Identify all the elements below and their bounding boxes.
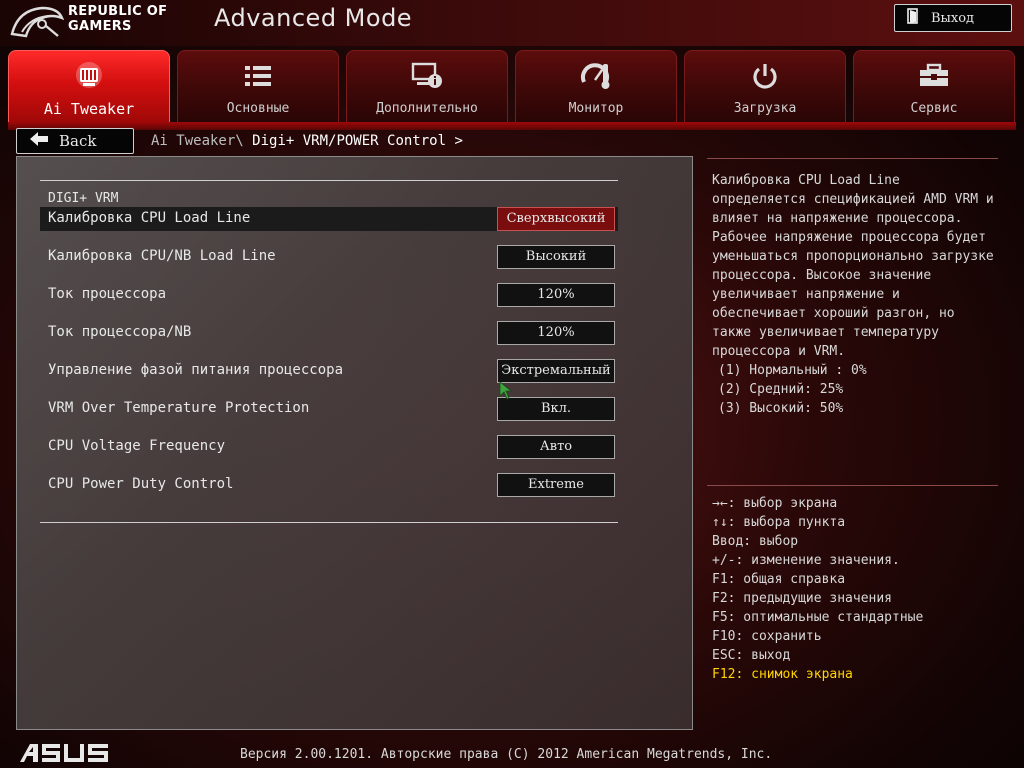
rog-logo-icon <box>8 4 65 42</box>
tab-monitor[interactable]: Монитор <box>515 50 677 122</box>
tab-main[interactable]: Основные <box>177 50 339 122</box>
help-line: также увеличивает температуру <box>712 325 939 340</box>
help-line: увеличивает напряжение и <box>712 287 900 302</box>
hotkey-item: F10: сохранить <box>712 629 822 644</box>
setting-value-select[interactable]: 120% <box>497 283 615 307</box>
setting-value-select[interactable]: Авто <box>497 435 615 459</box>
asus-logo-icon <box>18 742 110 764</box>
hotkey-item: F1: общая справка <box>712 572 846 587</box>
setting-value-select[interactable]: Сверхвысокий <box>497 207 615 231</box>
help-option: (1) Нормальный : 0% <box>718 363 867 378</box>
setting-value-select[interactable]: Extreme <box>497 473 615 497</box>
section-title: DIGI+ VRM <box>48 191 119 206</box>
hotkey-item: F2: предыдущие значения <box>712 591 893 606</box>
help-line: процессора. Высокое значение <box>712 268 932 283</box>
back-button[interactable]: Back <box>16 128 134 154</box>
setting-value-select[interactable]: 120% <box>497 321 615 345</box>
hotkey-item: →←: выбор экрана <box>712 496 838 511</box>
help-line: определяется спецификацией AMD VRM и <box>712 192 994 207</box>
help-line: Калибровка CPU Load Line <box>712 173 900 188</box>
brand-line-2: GAMERS <box>68 19 132 34</box>
mode-title: Advanced Mode <box>214 4 413 32</box>
setting-row-cpu-phase-control[interactable]: Управление фазой питания процессора Экст… <box>40 359 618 383</box>
breadcrumb-current: Digi+ VRM/POWER Control > <box>252 133 463 149</box>
help-options-list: (1) Нормальный : 0% (2) Средний: 25% (3)… <box>718 361 867 418</box>
hotkey-item: ESC: выход <box>712 648 791 663</box>
advanced-info-icon <box>347 59 507 93</box>
hotkey-item: F5: оптимальные стандартные <box>712 610 924 625</box>
tab-label: Загрузка <box>733 101 797 116</box>
setting-row-cpu-nb-load-line[interactable]: Калибровка CPU/NB Load Line Высокий <box>40 245 618 269</box>
setting-value-select[interactable]: Вкл. <box>497 397 615 421</box>
setting-label: CPU Voltage Frequency <box>48 438 226 454</box>
tab-ai-tweaker[interactable]: Ai Tweaker <box>8 50 170 122</box>
hotkey-item: ↑↓: выбора пункта <box>712 515 846 530</box>
back-arrow-icon <box>29 131 49 151</box>
setting-row-vrm-otp[interactable]: VRM Over Temperature Protection Вкл. <box>40 397 618 421</box>
setting-value-select[interactable]: Экстремальный <box>497 359 615 383</box>
brand-line-1: REPUBLIC OF <box>68 4 168 19</box>
toolbox-icon <box>854 59 1014 93</box>
tab-underline-band <box>8 122 1016 130</box>
setting-value-select[interactable]: Высокий <box>497 245 615 269</box>
tab-label: Ai Tweaker <box>43 100 135 118</box>
help-line: уменьшаться пропорционально загрузке <box>712 249 994 264</box>
help-line: обеспечивает хороший разгон, но <box>712 306 955 321</box>
breadcrumb-parent[interactable]: Ai Tweaker\ <box>151 133 244 149</box>
exit-button-label: Выход <box>931 10 975 26</box>
exit-door-icon <box>907 8 921 28</box>
setting-row-cpu-power-duty[interactable]: CPU Power Duty Control Extreme <box>40 473 618 497</box>
tab-label: Дополнительно <box>376 101 478 116</box>
section-divider-top <box>40 180 618 181</box>
tab-advanced[interactable]: Дополнительно <box>346 50 508 122</box>
help-line: Рабочее напряжение процессора будет <box>712 230 986 245</box>
tab-label: Монитор <box>568 101 624 116</box>
brand-name: REPUBLIC OF GAMERS <box>68 4 167 34</box>
exit-button[interactable]: Выход <box>894 4 1012 32</box>
hotkey-item: +/-: изменение значения. <box>712 553 900 568</box>
setting-row-cpu-nb-current[interactable]: Ток процессора/NB 120% <box>40 321 618 345</box>
setting-label: Калибровка CPU Load Line <box>48 210 251 226</box>
help-line: процессора и VRM. <box>712 344 846 359</box>
version-copyright: Версия 2.00.1201. Авторские права (C) 20… <box>240 747 773 762</box>
hotkey-legend: →←: выбор экрана ↑↓: выбора пункта Ввод:… <box>712 494 923 684</box>
power-icon <box>685 59 845 93</box>
setting-row-cpu-load-line[interactable]: Калибровка CPU Load Line Сверхвысокий <box>40 207 618 231</box>
breadcrumb: Ai Tweaker\ Digi+ VRM/POWER Control > <box>151 133 463 149</box>
help-divider-bottom <box>707 485 998 486</box>
tab-label: Сервис <box>910 101 958 116</box>
setting-label: Ток процессора <box>48 286 167 302</box>
section-divider-bottom <box>40 522 618 523</box>
help-description: Калибровка CPU Load Line определяется сп… <box>712 171 1008 361</box>
back-button-label: Back <box>59 132 97 150</box>
setting-label: Калибровка CPU/NB Load Line <box>48 248 276 264</box>
monitor-gauge-icon <box>516 59 676 93</box>
help-divider-top <box>707 158 998 159</box>
list-icon <box>178 59 338 93</box>
setting-label: Управление фазой питания процессора <box>48 362 344 378</box>
help-line: влияет на напряжение процессора. <box>712 211 963 226</box>
hotkey-item-screenshot: F12: снимок экрана <box>712 667 853 682</box>
setting-label: Ток процессора/NB <box>48 324 192 340</box>
setting-row-cpu-voltage-frequency[interactable]: CPU Voltage Frequency Авто <box>40 435 618 459</box>
mouse-cursor-icon <box>499 381 513 401</box>
setting-row-cpu-current[interactable]: Ток процессора 120% <box>40 283 618 307</box>
ai-tweaker-icon <box>9 59 169 93</box>
hotkey-item: Ввод: выбор <box>712 534 799 549</box>
tab-boot[interactable]: Загрузка <box>684 50 846 122</box>
setting-label: CPU Power Duty Control <box>48 476 234 492</box>
tab-tool[interactable]: Сервис <box>853 50 1015 122</box>
help-option: (3) Высокий: 50% <box>718 401 844 416</box>
setting-label: VRM Over Temperature Protection <box>48 400 310 416</box>
help-option: (2) Средний: 25% <box>718 382 844 397</box>
tab-label: Основные <box>226 101 290 116</box>
